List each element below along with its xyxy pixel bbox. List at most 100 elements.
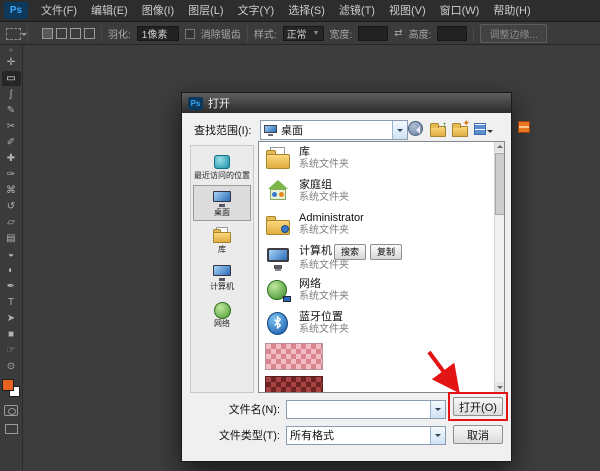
crop-tool[interactable]: ✂: [2, 119, 21, 134]
chevron-down-icon[interactable]: [392, 121, 407, 139]
quick-selection-tool[interactable]: ✎: [2, 103, 21, 118]
bluetooth-icon: [265, 311, 291, 337]
view-menu-button[interactable]: [518, 121, 535, 138]
blur-tool[interactable]: ◒: [2, 247, 21, 262]
lasso-tool[interactable]: ʃ: [2, 87, 21, 102]
style-value: 正常: [287, 26, 307, 41]
file-row-bluetooth[interactable]: 蓝牙位置系统文件夹: [259, 307, 504, 340]
pen-tool[interactable]: ✒: [2, 279, 21, 294]
menu-select[interactable]: 选择(S): [281, 0, 332, 22]
healing-brush-tool[interactable]: ✚: [2, 151, 21, 166]
homegroup-icon: [265, 179, 291, 205]
chevron-down-icon[interactable]: [430, 401, 445, 418]
menu-layer[interactable]: 图层(L): [181, 0, 230, 22]
file-row-computer[interactable]: 计算机 搜索 复制 系统文件夹: [259, 241, 504, 274]
feather-input[interactable]: 1像素: [137, 26, 179, 41]
hand-tool[interactable]: ☞: [2, 343, 21, 358]
views-button[interactable]: [474, 121, 491, 138]
file-name: 库: [299, 146, 349, 159]
menu-type[interactable]: 文字(Y): [231, 0, 282, 22]
copy-button[interactable]: 复制: [370, 244, 402, 260]
desktop-icon: [211, 190, 233, 208]
open-button[interactable]: 打开(O): [453, 397, 503, 416]
zoom-tool[interactable]: ⊙: [2, 359, 21, 374]
new-folder-button[interactable]: ✦: [452, 121, 469, 138]
file-type: 系统文件夹: [299, 324, 349, 336]
eraser-tool[interactable]: ▱: [2, 215, 21, 230]
computer-icon: [211, 264, 233, 282]
style-label: 样式:: [254, 26, 277, 41]
dodge-tool[interactable]: ◐: [2, 263, 21, 278]
subtract-from-selection-icon[interactable]: [70, 28, 81, 39]
add-to-selection-icon[interactable]: [56, 28, 67, 39]
chevron-down-icon[interactable]: [430, 427, 445, 444]
file-type-select[interactable]: 所有格式: [286, 426, 446, 445]
rectangle-tool[interactable]: ■: [2, 327, 21, 342]
path-selection-tool[interactable]: ➤: [2, 311, 21, 326]
intersect-selection-icon[interactable]: [84, 28, 95, 39]
libraries-icon: [265, 146, 291, 172]
place-label: 计算机: [210, 282, 234, 291]
file-row-libraries[interactable]: 库系统文件夹: [259, 142, 504, 175]
place-network[interactable]: 网络: [193, 296, 251, 332]
swap-dimensions-icon[interactable]: ⇄: [394, 28, 402, 39]
menu-view[interactable]: 视图(V): [382, 0, 433, 22]
refine-edge-button[interactable]: 调整边缘...: [480, 24, 546, 43]
file-row-homegroup[interactable]: 家庭组系统文件夹: [259, 175, 504, 208]
quick-mask-icon[interactable]: [4, 405, 18, 416]
cancel-button[interactable]: 取消: [453, 425, 503, 444]
place-recent[interactable]: 最近访问的位置: [193, 148, 251, 184]
scrollbar[interactable]: [494, 142, 504, 392]
file-name-input[interactable]: [290, 402, 430, 417]
eyedropper-tool[interactable]: ✐: [2, 135, 21, 150]
file-name: Administrator: [299, 212, 364, 225]
scrollbar-thumb[interactable]: [495, 153, 505, 215]
place-computer[interactable]: 计算机: [193, 259, 251, 295]
new-selection-icon[interactable]: [42, 28, 53, 39]
photoshop-icon: Ps: [188, 97, 203, 110]
menu-image[interactable]: 图像(I): [135, 0, 181, 22]
menu-edit[interactable]: 编辑(E): [84, 0, 135, 22]
up-one-level-button[interactable]: ↑: [430, 121, 447, 138]
file-row-censored-2[interactable]: [259, 373, 504, 393]
menu-filter[interactable]: 滤镜(T): [332, 0, 382, 22]
gradient-tool[interactable]: ▤: [2, 231, 21, 246]
type-tool[interactable]: T: [2, 295, 21, 310]
back-button[interactable]: [408, 121, 425, 138]
file-row-network[interactable]: 网络系统文件夹: [259, 274, 504, 307]
sparkle-icon: ✦: [462, 119, 470, 128]
file-name-combobox[interactable]: [286, 400, 446, 419]
scroll-down-icon[interactable]: [495, 382, 505, 392]
rectangular-marquee-tool[interactable]: ▭: [2, 71, 21, 86]
foreground-color-swatch[interactable]: [2, 379, 14, 391]
brush-tool[interactable]: ✑: [2, 167, 21, 182]
network-icon: [265, 278, 291, 304]
move-tool[interactable]: ✛: [2, 55, 21, 70]
file-row-administrator[interactable]: Administrator系统文件夹: [259, 208, 504, 241]
tool-preset-icon[interactable]: [6, 28, 21, 40]
feather-label: 羽化:: [108, 26, 131, 41]
menu-window[interactable]: 窗口(W): [433, 0, 487, 22]
scroll-up-icon[interactable]: [495, 142, 505, 152]
screen-mode-icon[interactable]: [5, 424, 18, 434]
history-brush-tool[interactable]: ↺: [2, 199, 21, 214]
separator: [27, 26, 28, 42]
clone-stamp-tool[interactable]: ⌘: [2, 183, 21, 198]
separator: [247, 26, 248, 42]
width-input[interactable]: [358, 26, 388, 41]
height-input[interactable]: [437, 26, 467, 41]
antialias-checkbox[interactable]: [185, 29, 195, 39]
place-desktop[interactable]: 桌面: [193, 185, 251, 221]
place-libraries[interactable]: 库: [193, 222, 251, 258]
menu-help[interactable]: 帮助(H): [486, 0, 537, 22]
photoshop-window: Ps 文件(F) 编辑(E) 图像(I) 图层(L) 文字(Y) 选择(S) 滤…: [0, 0, 600, 471]
antialias-label: 消除锯齿: [201, 26, 241, 41]
user-folder-icon: [265, 212, 291, 238]
dialog-title-bar[interactable]: Ps 打开: [182, 93, 511, 113]
file-row-censored-1[interactable]: [259, 340, 504, 373]
search-button[interactable]: 搜索: [334, 244, 366, 260]
look-in-select[interactable]: 桌面: [260, 120, 408, 140]
style-select[interactable]: 正常 ▼: [283, 26, 324, 41]
menu-file[interactable]: 文件(F): [34, 0, 84, 22]
toolbar-collapse-icon[interactable]: »: [9, 47, 13, 55]
